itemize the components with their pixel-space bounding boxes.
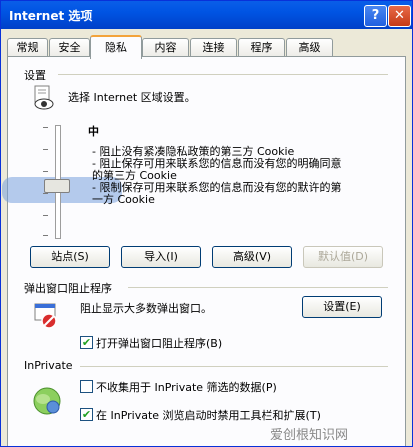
privacy-panel: 设置 选择 Internet 区域设置。 中 - 阻止没有紧凑隐私政策的第三方 … xyxy=(2,56,406,446)
tab-strip: 常规 安全 隐私 内容 连接 程序 高级 xyxy=(7,35,407,59)
sites-button[interactable]: 站点(S) xyxy=(30,246,110,268)
tab-connections[interactable]: 连接 xyxy=(190,38,237,57)
inprivate-group-label: InPrivate xyxy=(24,359,73,372)
inprivate-filter-checkbox[interactable] xyxy=(80,380,93,393)
tab-programs[interactable]: 程序 xyxy=(238,38,285,57)
settings-group-label: 设置 xyxy=(24,69,46,82)
slider-tick xyxy=(43,215,48,216)
inprivate-filter-checkbox-label[interactable]: 不收集用于 InPrivate 筛选的数据(P) xyxy=(96,379,277,395)
slider-tick xyxy=(43,171,48,172)
privacy-desc-line: 一方 Cookie xyxy=(92,193,155,206)
popup-blocker-checkbox[interactable]: ✔ xyxy=(80,336,93,349)
privacy-eye-icon xyxy=(34,85,54,110)
title-bar[interactable]: Internet 选项 ? ✕ xyxy=(1,1,412,29)
privacy-level-slider-thumb[interactable] xyxy=(44,179,70,193)
inprivate-divider xyxy=(80,366,388,367)
advanced-button[interactable]: 高级(V) xyxy=(212,246,292,268)
internet-options-window: Internet 选项 ? ✕ 常规 安全 隐私 内容 连接 程序 高级 设置 … xyxy=(0,0,413,447)
popup-group-label: 弹出窗口阻止程序 xyxy=(24,282,112,295)
slider-tick xyxy=(43,193,48,194)
window-title: Internet 选项 xyxy=(9,9,93,23)
watermark-text: 爱创根知识网 xyxy=(270,428,349,443)
popup-settings-button[interactable]: 设置(E) xyxy=(302,296,382,318)
popup-blocker-checkbox-label[interactable]: 打开弹出窗口阻止程序(B) xyxy=(96,335,222,351)
settings-divider xyxy=(58,74,388,75)
import-button[interactable]: 导入(I) xyxy=(121,246,201,268)
help-button[interactable]: ? xyxy=(364,5,387,27)
popup-description: 阻止显示大多数弹出窗口。 xyxy=(80,302,212,315)
inprivate-toolbar-checkbox[interactable]: ✔ xyxy=(80,408,93,421)
close-button[interactable]: ✕ xyxy=(388,5,411,27)
inprivate-toolbar-checkbox-label[interactable]: 在 InPrivate 浏览启动时禁用工具栏和扩展(T) xyxy=(96,407,321,423)
settings-instruction: 选择 Internet 区域设置。 xyxy=(68,91,196,104)
slider-tick xyxy=(43,149,48,150)
inprivate-icon xyxy=(33,387,61,415)
popup-divider xyxy=(128,287,388,288)
slider-tick xyxy=(43,127,48,128)
slider-tick xyxy=(43,235,48,236)
tab-security[interactable]: 安全 xyxy=(49,38,90,57)
tab-general[interactable]: 常规 xyxy=(7,38,48,57)
tab-advanced[interactable]: 高级 xyxy=(286,38,333,57)
privacy-level-name: 中 xyxy=(88,125,99,138)
popup-blocked-icon xyxy=(34,303,57,329)
default-button[interactable]: 默认值(D) xyxy=(303,246,383,268)
tab-content[interactable]: 内容 xyxy=(142,38,189,57)
tab-privacy[interactable]: 隐私 xyxy=(90,35,142,59)
